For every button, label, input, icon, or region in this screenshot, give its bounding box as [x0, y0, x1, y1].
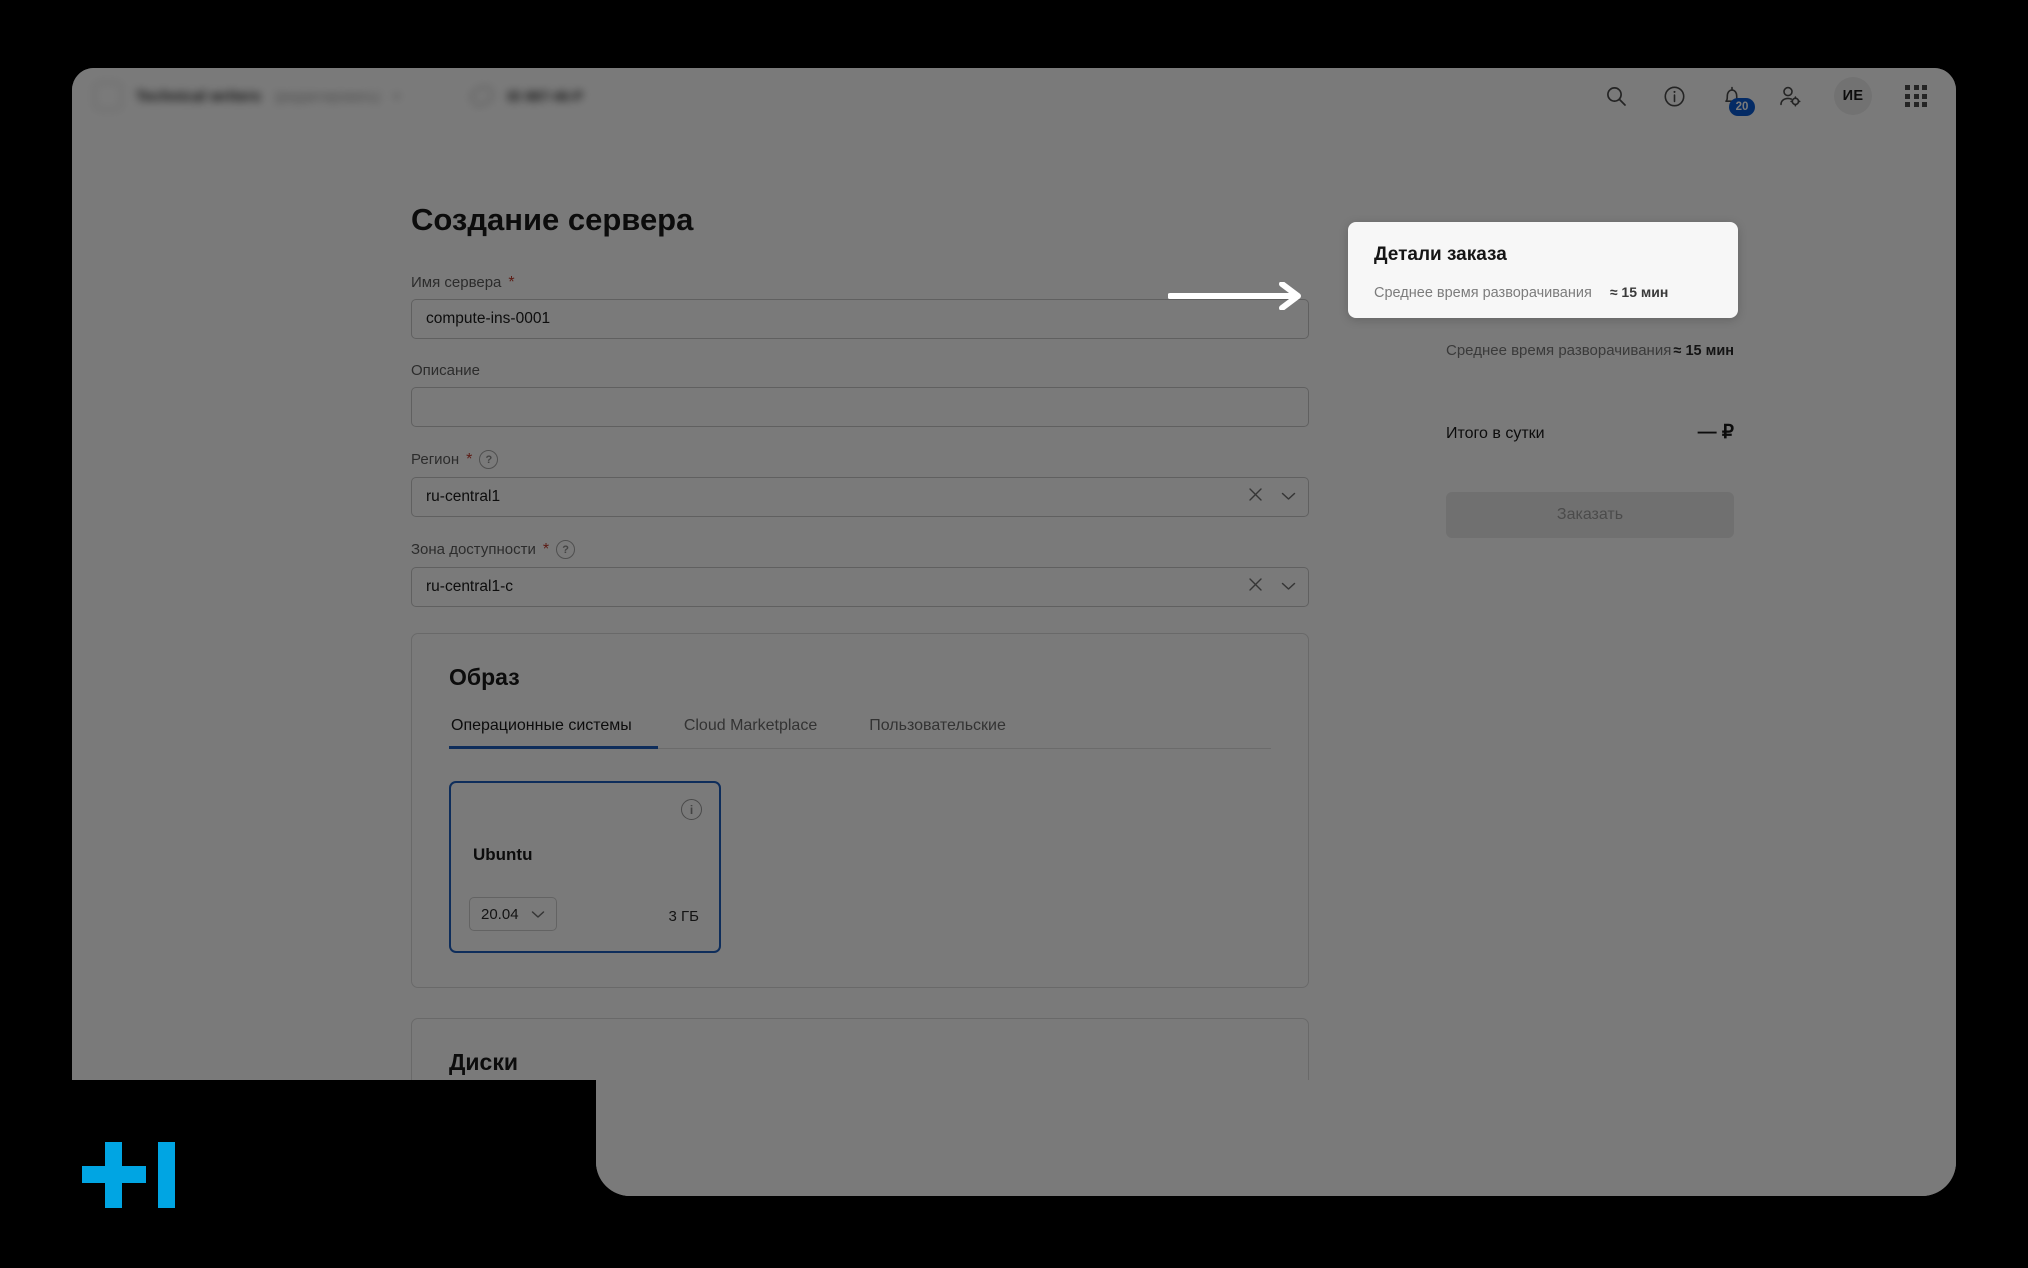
region-select-actions: [1248, 478, 1296, 516]
image-section-title: Образ: [449, 664, 520, 690]
region-value: ru-central1: [426, 488, 501, 505]
chevron-down-icon: [531, 906, 545, 923]
region-label-text: Регион: [411, 451, 460, 468]
description-input[interactable]: [411, 387, 1309, 427]
search-icon[interactable]: [1602, 82, 1630, 110]
info-icon[interactable]: [1660, 82, 1688, 110]
avatar[interactable]: ИЕ: [1834, 77, 1872, 115]
disks-section: Диски: [411, 1018, 1309, 1080]
server-name-label-text: Имя сервера: [411, 274, 502, 291]
server-name-value: compute-ins-0001: [426, 310, 551, 327]
close-icon[interactable]: [1248, 487, 1263, 507]
total-label: Итого в сутки: [1446, 425, 1545, 442]
user-settings-icon[interactable]: [1776, 82, 1804, 110]
deploy-time-label: Среднее время разворачивания: [1446, 342, 1672, 359]
description-label: Описание: [411, 362, 1309, 379]
os-version-value: 20.04: [481, 905, 519, 923]
link-icon: [469, 84, 496, 108]
os-card-ubuntu[interactable]: i Ubuntu 20.04 3 ГБ: [449, 781, 721, 953]
os-card-size: 3 ГБ: [668, 908, 699, 925]
spotlight-deploy-time-row: Среднее время разворачивания ≈ 15 мин: [1374, 284, 1712, 301]
order-button[interactable]: Заказать: [1446, 492, 1734, 538]
availability-zone-label: Зона доступности * ?: [411, 540, 1309, 559]
browser-window: Technical writers (редактировать) ▾ ID 8…: [72, 68, 1956, 1080]
required-marker: *: [508, 273, 515, 291]
bell-icon[interactable]: 20: [1718, 82, 1755, 116]
plus-i-logo: [70, 1130, 190, 1216]
availability-zone-value: ru-central1-c: [426, 578, 513, 595]
screenshot-root: Technical writers (редактировать) ▾ ID 8…: [0, 0, 2028, 1268]
spotlight-deploy-time-value: ≈ 15 мин: [1609, 284, 1669, 300]
server-create-form: Имя сервера * compute-ins-0001 Описание: [411, 274, 1309, 1080]
region-select[interactable]: ru-central1: [411, 477, 1309, 517]
total-value: — ₽: [1697, 422, 1734, 443]
tab-custom-images[interactable]: Пользовательские: [843, 717, 1032, 748]
chevron-down-icon[interactable]: [1281, 488, 1296, 506]
account-id: ID 887-46-P: [507, 88, 583, 104]
tab-cloud-marketplace[interactable]: Cloud Marketplace: [658, 717, 843, 748]
disks-section-title: Диски: [449, 1049, 518, 1075]
info-icon[interactable]: i: [681, 799, 702, 820]
availability-zone-select-actions: [1248, 568, 1296, 606]
deploy-time-value: ≈ 15 мин: [1673, 343, 1734, 359]
total-row: Итого в сутки — ₽: [1420, 421, 1760, 444]
order-details-spotlight: Детали заказа Среднее время разворачиван…: [1348, 222, 1738, 318]
field-region: Регион * ? ru-central1: [411, 450, 1309, 517]
notification-badge: 20: [1729, 98, 1755, 116]
close-icon[interactable]: [1248, 577, 1263, 597]
deploy-time-row: Среднее время разворачивания ≈ 15 мин: [1446, 342, 1734, 359]
breadcrumb[interactable]: Technical writers (редактировать) ▾ ID 8…: [72, 82, 583, 110]
page-title: Создание сервера: [411, 202, 694, 237]
chevron-down-icon[interactable]: ▾: [394, 90, 400, 103]
breadcrumb-subtitle: (редактировать): [274, 88, 380, 104]
availability-zone-select[interactable]: ru-central1-c: [411, 567, 1309, 607]
chevron-down-icon[interactable]: [1281, 578, 1296, 596]
image-tabs: Операционные системы Cloud Marketplace П…: [449, 717, 1271, 749]
description-label-text: Описание: [411, 362, 481, 379]
os-card-name: Ubuntu: [473, 845, 533, 864]
tab-operating-systems[interactable]: Операционные системы: [449, 717, 658, 749]
required-marker: *: [466, 450, 473, 468]
breadcrumb-project: Technical writers: [136, 87, 261, 105]
project-icon: [94, 82, 122, 110]
availability-zone-label-text: Зона доступности: [411, 541, 536, 558]
field-availability-zone: Зона доступности * ? ru-central1-c: [411, 540, 1309, 607]
browser-top-bar: Technical writers (редактировать) ▾ ID 8…: [72, 68, 1956, 124]
image-section: Образ Операционные системы Cloud Marketp…: [411, 633, 1309, 988]
header-actions: 20 ИЕ: [1602, 68, 1930, 124]
spotlight-deploy-time-label: Среднее время разворачивания: [1374, 285, 1592, 301]
spotlight-title: Детали заказа: [1374, 244, 1507, 265]
help-icon[interactable]: ?: [556, 540, 576, 559]
field-description: Описание: [411, 362, 1309, 427]
region-label: Регион * ?: [411, 450, 1309, 469]
required-marker: *: [542, 540, 550, 558]
help-icon[interactable]: ?: [479, 450, 499, 469]
os-version-select[interactable]: 20.04: [469, 897, 557, 931]
right-arrow-annotation: [1167, 281, 1308, 311]
grid-apps-icon[interactable]: [1902, 82, 1930, 110]
